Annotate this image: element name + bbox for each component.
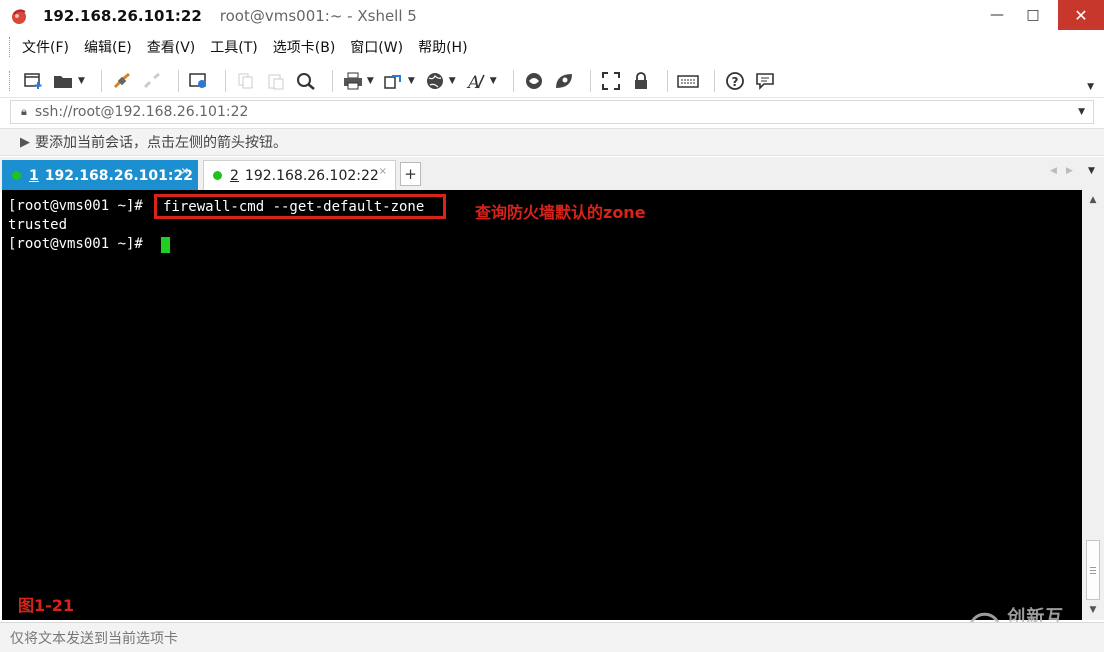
menu-tab[interactable]: 选项卡(B) <box>273 37 336 57</box>
svg-text:?: ? <box>731 75 738 89</box>
tab-close-icon[interactable]: × <box>379 166 387 177</box>
terminal-prompt: [root@vms001 ~]# <box>8 198 143 214</box>
add-tab-button[interactable]: + <box>400 162 421 186</box>
menu-bar: 文件(F) 编辑(E) 查看(V) 工具(T) 选项卡(B) 窗口(W) 帮助(… <box>0 34 1104 60</box>
address-bar[interactable]: 🔒︎ ssh://root@192.168.26.101:22 ▼ <box>10 100 1094 124</box>
chat-icon[interactable] <box>753 69 777 93</box>
globe-dropdown-icon[interactable]: ▼ <box>449 76 456 86</box>
tab-list-dropdown-icon[interactable]: ▼ <box>1088 166 1095 176</box>
terminal-scrollbar[interactable]: ▲ ▼ <box>1082 190 1104 620</box>
address-dropdown-icon[interactable]: ▼ <box>1078 107 1085 117</box>
add-session-arrow-icon[interactable]: ▶ <box>20 135 30 150</box>
terminal-screen[interactable]: [root@vms001 ~]# firewall-cmd --get-defa… <box>2 190 1082 652</box>
menu-view[interactable]: 查看(V) <box>147 37 196 57</box>
title-bar: 192.168.26.101:22 root@vms001:~ - Xshell… <box>0 0 1104 32</box>
maximize-button[interactable]: □ <box>1016 0 1050 30</box>
print-dropdown-icon[interactable]: ▼ <box>367 76 374 86</box>
tab-close-icon[interactable]: × <box>181 166 189 177</box>
transfer-dropdown-icon[interactable]: ▼ <box>408 76 415 86</box>
tab-scroll-left-icon[interactable]: ◀ <box>1050 166 1057 176</box>
properties-icon[interactable] <box>187 69 211 93</box>
fullscreen-icon[interactable] <box>599 69 623 93</box>
xshell-logo-icon <box>12 9 26 24</box>
annotation-text: 查询防火墙默认的zone <box>475 203 646 222</box>
font-icon[interactable]: A <box>464 69 488 93</box>
transfer-icon[interactable] <box>382 69 406 93</box>
scrollbar-thumb[interactable] <box>1086 540 1100 600</box>
tab-label: 192.168.26.102:22 <box>244 167 379 184</box>
tab-bar: 1 192.168.26.101:22 × 2 192.168.26.102:2… <box>0 157 1104 190</box>
menu-file[interactable]: 文件(F) <box>22 37 69 57</box>
lock-icon: 🔒︎ <box>21 105 27 118</box>
find-icon[interactable] <box>294 69 318 93</box>
hint-text: 要添加当前会话，点击左侧的箭头按钮。 <box>35 135 287 151</box>
scroll-up-icon[interactable]: ▲ <box>1082 192 1104 208</box>
tab-number: 1 <box>29 167 39 184</box>
font-dropdown-icon[interactable]: ▼ <box>490 76 497 86</box>
keyboard-icon[interactable] <box>676 69 700 93</box>
toolbar: ▼ ▼ ▼ ▼ A ▼ ? ▼ <box>0 64 1104 98</box>
menu-window[interactable]: 窗口(W) <box>350 37 403 57</box>
terminal-output: trusted <box>8 217 68 233</box>
tab-session-2[interactable]: 2 192.168.26.102:22 × <box>203 160 396 190</box>
paste-icon[interactable] <box>264 69 288 93</box>
tab-number: 2 <box>230 167 239 184</box>
command-highlight-box: firewall-cmd --get-default-zone <box>154 194 446 219</box>
session-hint-bar: ▶ 要添加当前会话，点击左侧的箭头按钮。 <box>0 128 1104 156</box>
window-title: root@vms001:~ - Xshell 5 <box>219 7 417 25</box>
connected-status-icon <box>213 171 222 180</box>
terminal-command: firewall-cmd --get-default-zone <box>163 199 425 215</box>
open-folder-icon[interactable] <box>52 69 76 93</box>
copy-icon[interactable] <box>234 69 258 93</box>
xmanager-icon[interactable] <box>552 69 576 93</box>
figure-label: 图1-21 <box>18 596 75 615</box>
help-icon[interactable]: ? <box>723 69 747 93</box>
lock-icon[interactable] <box>629 69 653 93</box>
menu-edit[interactable]: 编辑(E) <box>84 37 132 57</box>
compose-placeholder: 仅将文本发送到当前选项卡 <box>10 630 178 647</box>
new-session-icon[interactable] <box>22 69 46 93</box>
terminal-prompt: [root@vms001 ~]# <box>8 236 143 252</box>
connected-status-icon <box>12 171 21 180</box>
menu-help[interactable]: 帮助(H) <box>418 37 467 57</box>
disconnect-icon[interactable] <box>140 69 164 93</box>
menu-tools[interactable]: 工具(T) <box>210 37 257 57</box>
scroll-down-icon[interactable]: ▼ <box>1082 602 1104 618</box>
tab-session-1[interactable]: 1 192.168.26.101:22 × <box>2 160 198 190</box>
tab-scroll-right-icon[interactable]: ▶ <box>1066 166 1073 176</box>
xftp-icon[interactable] <box>522 69 546 93</box>
close-button[interactable]: ✕ <box>1058 0 1104 30</box>
menu-grip <box>9 37 11 57</box>
compose-bar[interactable]: 仅将文本发送到当前选项卡 <box>0 622 1104 652</box>
window-title-host: 192.168.26.101:22 <box>43 7 202 25</box>
tab-label: 192.168.26.101:22 <box>44 167 193 184</box>
open-dropdown-icon[interactable]: ▼ <box>78 76 85 86</box>
globe-icon[interactable] <box>423 69 447 93</box>
toolbar-more-icon[interactable]: ▼ <box>1087 82 1094 92</box>
print-icon[interactable] <box>341 69 365 93</box>
minimize-button[interactable]: — <box>980 0 1014 30</box>
terminal-cursor <box>161 237 170 253</box>
address-input[interactable]: ssh://root@192.168.26.101:22 <box>35 104 249 120</box>
toolbar-grip <box>9 70 11 91</box>
connect-icon[interactable] <box>110 69 134 93</box>
